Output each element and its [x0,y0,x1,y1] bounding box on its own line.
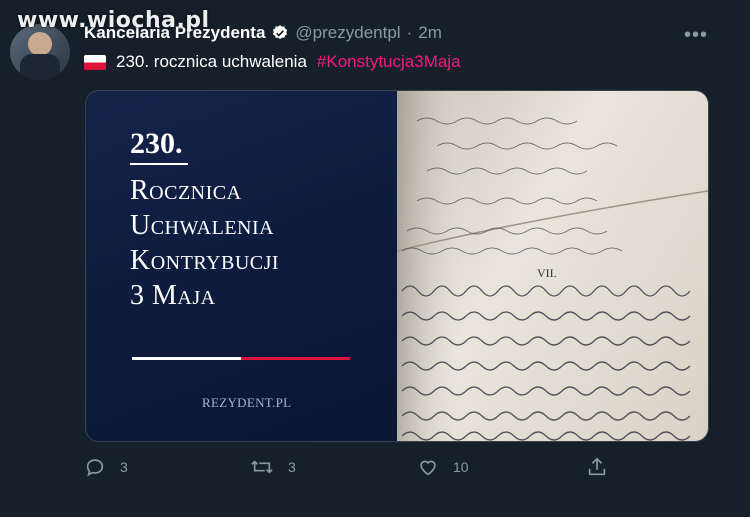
manuscript-handwriting: VII. [397,91,708,441]
tweet-actions: 3 3 10 [84,456,724,482]
retweet-count: 3 [288,459,296,475]
poster-site-label: REZYDENT.PL [202,395,292,410]
reply-icon [86,459,104,477]
poster-number-underline [130,163,188,165]
poland-flag-icon [84,54,106,70]
more-options-icon[interactable]: ••• [684,24,708,47]
like-button[interactable]: 10 [417,456,469,478]
poster-number: 230. [130,127,183,160]
poster-title-line: 3 Maja [130,280,216,311]
share-icon [588,457,606,476]
tweet-media-image[interactable]: VII. 230. Rocznica Uchwalenia Kontrybucj… [85,90,709,442]
svg-text:VII.: VII. [537,266,557,280]
poster-title-line: Kontrybucji [130,245,280,276]
poster-title-line: Uchwalenia [130,210,275,241]
poster-flag-bar [132,357,350,360]
retweet-icon [251,460,273,474]
like-count: 10 [453,459,469,475]
poster-title: Rocznica Uchwalenia Kontrybucji 3 Maja [130,173,279,313]
tweet-time[interactable]: 2m [418,23,442,43]
share-button[interactable] [586,456,608,478]
poster-title-line: Rocznica [130,175,242,206]
verified-icon [271,24,289,42]
tweet-text: 230. rocznica uchwalenia #Konstytucja3Ma… [84,52,461,72]
avatar-suit [20,54,60,80]
avatar-face [28,32,52,56]
heart-icon [420,460,436,476]
tweet-text-main: 230. rocznica uchwalenia [116,52,307,71]
dot-separator: · [406,23,413,42]
reply-count: 3 [120,459,128,475]
retweet-button[interactable]: 3 [250,456,296,478]
reply-button[interactable]: 3 [84,456,128,478]
hashtag-link[interactable]: #Konstytucja3Maja [317,52,461,72]
watermark-text: www.wiocha.pl [17,8,210,33]
tweet-card[interactable]: Kancelaria Prezydenta @prezydentpl · 2m … [0,0,750,517]
author-handle[interactable]: @prezydentpl [295,23,400,43]
